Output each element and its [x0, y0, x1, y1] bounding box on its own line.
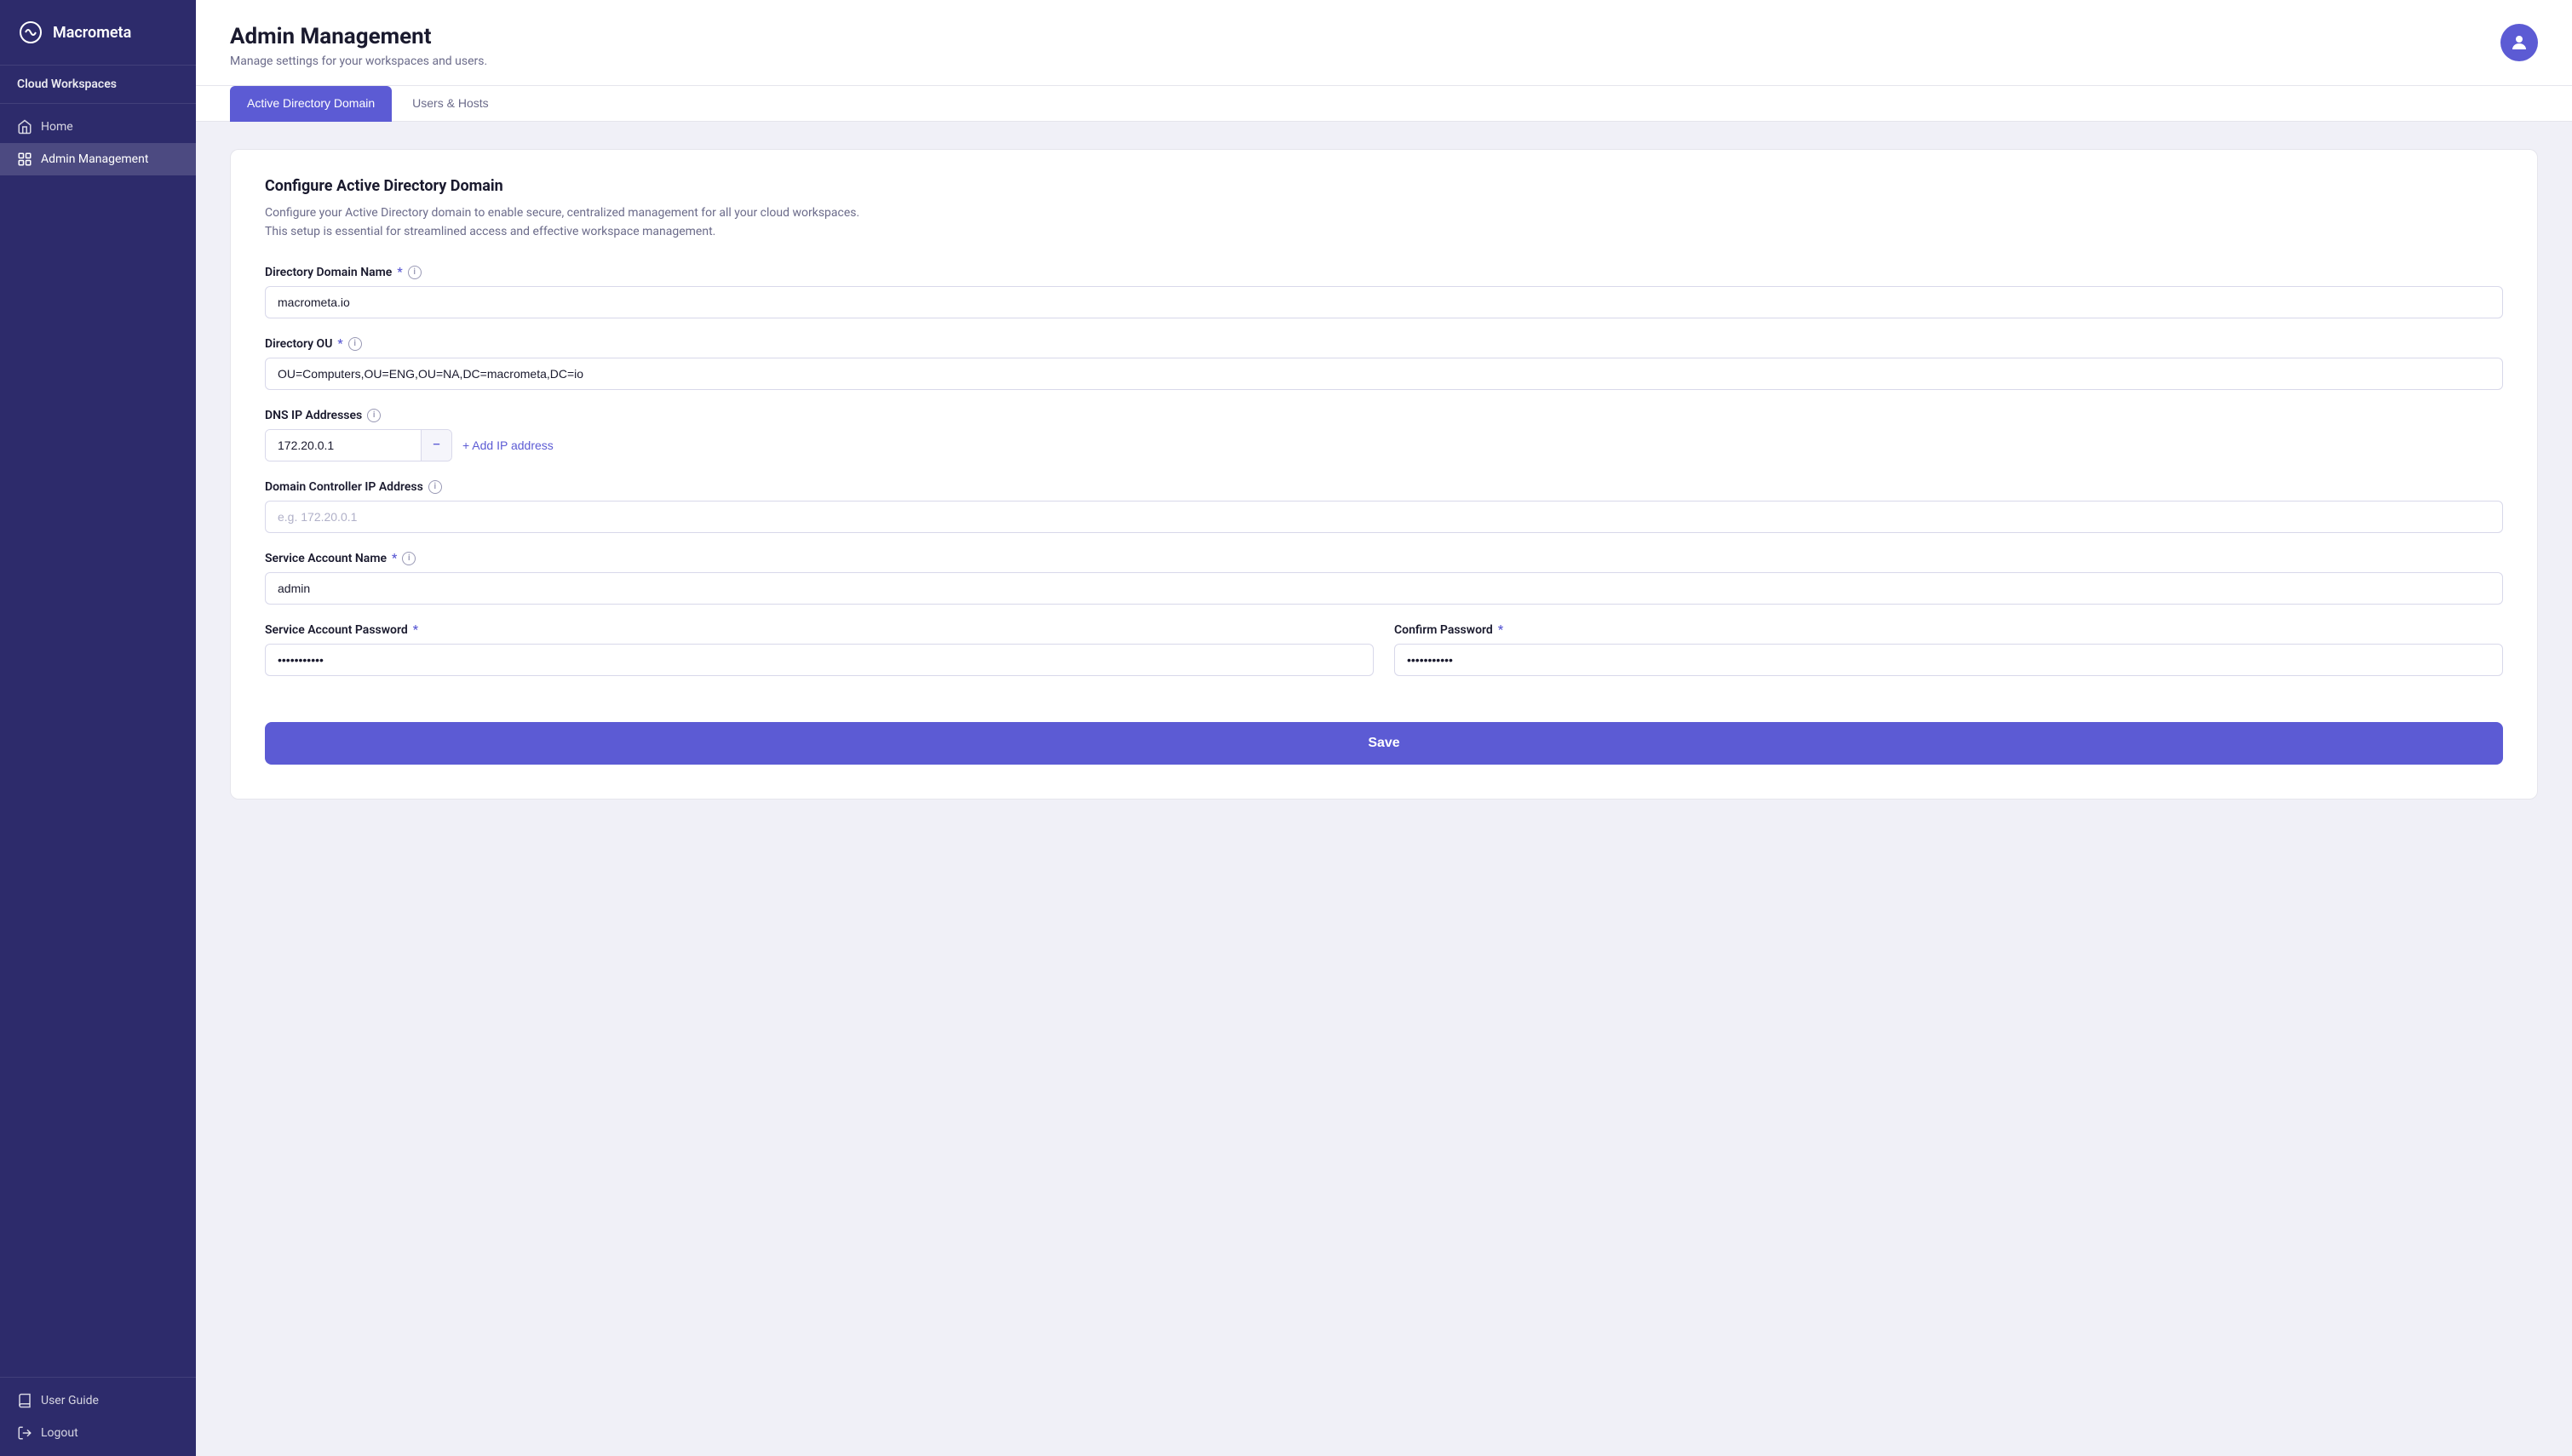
- directory-ou-input[interactable]: [265, 358, 2503, 390]
- directory-ou-group: Directory OU * i: [265, 337, 2503, 390]
- domain-controller-group: Domain Controller IP Address i: [265, 480, 2503, 533]
- page-subtitle: Manage settings for your workspaces and …: [230, 54, 487, 68]
- book-icon: [17, 1393, 32, 1408]
- main-body: Configure Active Directory Domain Config…: [196, 122, 2572, 827]
- domain-controller-label: Domain Controller IP Address i: [265, 480, 2503, 494]
- tab-users-hosts[interactable]: Users & Hosts: [395, 86, 505, 122]
- page-header: Admin Management Manage settings for you…: [196, 0, 2572, 86]
- card-desc: Configure your Active Directory domain t…: [265, 203, 2503, 242]
- dns-group: DNS IP Addresses i − + Add IP address: [265, 409, 2503, 461]
- dns-info-icon[interactable]: i: [367, 409, 381, 422]
- header-left: Admin Management Manage settings for you…: [230, 24, 487, 68]
- confirm-password-input[interactable]: [1394, 644, 2503, 676]
- logo: Macrometa: [0, 0, 196, 66]
- cloud-workspaces-label: Cloud Workspaces: [0, 66, 196, 104]
- sidebar-item-home[interactable]: Home: [0, 111, 196, 143]
- tabs-bar: Active Directory Domain Users & Hosts: [196, 86, 2572, 122]
- domain-controller-input[interactable]: [265, 501, 2503, 533]
- service-account-info-icon[interactable]: i: [402, 552, 416, 565]
- sidebar: Macrometa Cloud Workspaces Home Admin Ma…: [0, 0, 196, 1456]
- service-account-group: Service Account Name * i: [265, 552, 2503, 605]
- sidebar-item-logout[interactable]: Logout: [0, 1417, 196, 1449]
- confirm-password-group: Confirm Password *: [1394, 623, 2503, 676]
- dns-input-wrap: −: [265, 429, 452, 461]
- avatar[interactable]: [2500, 24, 2538, 61]
- directory-ou-label: Directory OU * i: [265, 337, 2503, 351]
- sidebar-item-home-label: Home: [41, 120, 73, 134]
- save-button[interactable]: Save: [265, 722, 2503, 765]
- password-group: Service Account Password *: [265, 623, 1374, 676]
- sidebar-item-user-guide[interactable]: User Guide: [0, 1384, 196, 1417]
- main-content: Admin Management Manage settings for you…: [196, 0, 2572, 1456]
- sidebar-item-logout-label: Logout: [41, 1426, 78, 1440]
- sidebar-item-admin-label: Admin Management: [41, 152, 148, 166]
- tab-active-directory[interactable]: Active Directory Domain: [230, 86, 392, 122]
- sidebar-item-user-guide-label: User Guide: [41, 1394, 99, 1407]
- directory-ou-info-icon[interactable]: i: [348, 337, 362, 351]
- page-title: Admin Management: [230, 24, 487, 49]
- confirm-password-label: Confirm Password *: [1394, 623, 2503, 637]
- sidebar-item-admin[interactable]: Admin Management: [0, 143, 196, 175]
- sidebar-bottom: User Guide Logout: [0, 1377, 196, 1456]
- password-label: Service Account Password *: [265, 623, 1374, 637]
- dns-remove-button[interactable]: −: [421, 430, 451, 461]
- home-icon: [17, 119, 32, 135]
- logout-icon: [17, 1425, 32, 1441]
- password-input[interactable]: [265, 644, 1374, 676]
- domain-name-label: Directory Domain Name * i: [265, 266, 2503, 279]
- service-account-input[interactable]: [265, 572, 2503, 605]
- nav-section: Home Admin Management: [0, 104, 196, 182]
- card-desc-line2: This setup is essential for streamlined …: [265, 225, 715, 238]
- password-row: Service Account Password * Confirm Passw…: [265, 623, 2503, 695]
- card-title: Configure Active Directory Domain: [265, 177, 2503, 195]
- macrometa-logo-icon: [17, 19, 44, 46]
- card-desc-line1: Configure your Active Directory domain t…: [265, 206, 859, 220]
- dns-label: DNS IP Addresses i: [265, 409, 2503, 422]
- domain-name-group: Directory Domain Name * i: [265, 266, 2503, 318]
- admin-icon: [17, 152, 32, 167]
- service-account-label: Service Account Name * i: [265, 552, 2503, 565]
- domain-name-info-icon[interactable]: i: [408, 266, 422, 279]
- dns-input[interactable]: [266, 430, 421, 461]
- domain-controller-info-icon[interactable]: i: [428, 480, 442, 494]
- add-ip-button[interactable]: + Add IP address: [462, 439, 554, 452]
- logo-text: Macrometa: [53, 24, 131, 42]
- user-icon: [2509, 32, 2529, 53]
- domain-name-input[interactable]: [265, 286, 2503, 318]
- form-card: Configure Active Directory Domain Config…: [230, 149, 2538, 800]
- dns-row: − + Add IP address: [265, 429, 2503, 461]
